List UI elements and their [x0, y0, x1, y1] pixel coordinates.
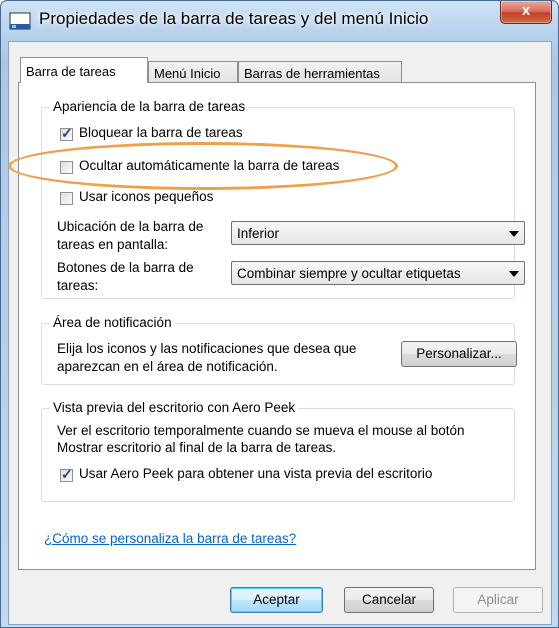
use-peek-label[interactable]: Usar Aero Peek para obtener una vista pr…: [79, 466, 432, 481]
window-title: Propiedades de la barra de tareas y del …: [39, 9, 429, 28]
taskbar-icon: [9, 12, 31, 30]
lock-taskbar-label[interactable]: Bloquear la barra de tareas: [79, 125, 243, 140]
chevron-down-icon: [509, 231, 519, 237]
cancel-button[interactable]: Cancelar: [344, 587, 434, 613]
title-bar[interactable]: Propiedades de la barra de tareas y del …: [1, 1, 558, 41]
notification-group-title: Área de notificación: [50, 315, 175, 330]
tab-barra-de-tareas[interactable]: Barra de tareas: [20, 57, 148, 83]
help-link[interactable]: ¿Cómo se personaliza la barra de tareas?: [44, 531, 296, 546]
location-label-line2: tareas en pantalla:: [57, 237, 169, 252]
ok-button[interactable]: Aceptar: [230, 587, 323, 613]
notification-text-line1: Elija los iconos y las notificaciones qu…: [57, 341, 357, 356]
autohide-label[interactable]: Ocultar automáticamente la barra de tare…: [79, 158, 339, 173]
buttons-dropdown[interactable]: Combinar siempre y ocultar etiquetas: [231, 261, 525, 285]
small-icons-checkbox[interactable]: [60, 192, 73, 205]
notification-text-line2: aparezcan en el área de notificación.: [57, 359, 278, 374]
chevron-down-icon: [509, 271, 519, 277]
apply-button: Aplicar: [453, 587, 543, 613]
location-label-line1: Ubicación de la barra de: [57, 219, 204, 234]
tab-barras-de-herramientas[interactable]: Barras de herramientas: [238, 61, 402, 82]
tab-menu-inicio[interactable]: Menú Inicio: [148, 61, 238, 82]
peek-group-title: Vista previa del escritorio con Aero Pee…: [50, 400, 299, 415]
appearance-group-title: Apariencia de la barra de tareas: [50, 99, 249, 114]
autohide-checkbox[interactable]: [60, 161, 73, 174]
location-dropdown[interactable]: Inferior: [231, 221, 525, 245]
peek-text-line2: Mostrar escritorio al final de la barra …: [57, 440, 337, 455]
lock-taskbar-checkbox[interactable]: [60, 125, 73, 142]
buttons-label-line1: Botones de la barra de: [57, 260, 194, 275]
close-icon: x: [521, 2, 531, 19]
close-button[interactable]: x: [500, 1, 552, 24]
tab-panel: Apariencia de la barra de tareas Bloquea…: [18, 82, 536, 570]
small-icons-label[interactable]: Usar iconos pequeños: [79, 189, 213, 204]
location-dropdown-value: Inferior: [237, 226, 280, 241]
buttons-dropdown-value: Combinar siempre y ocultar etiquetas: [237, 266, 461, 281]
use-peek-checkbox[interactable]: [60, 466, 73, 483]
peek-text-line1: Ver el escritorio temporalmente cuando s…: [57, 423, 465, 438]
customize-button[interactable]: Personalizar...: [401, 341, 517, 367]
buttons-label-line2: tareas:: [57, 278, 99, 293]
